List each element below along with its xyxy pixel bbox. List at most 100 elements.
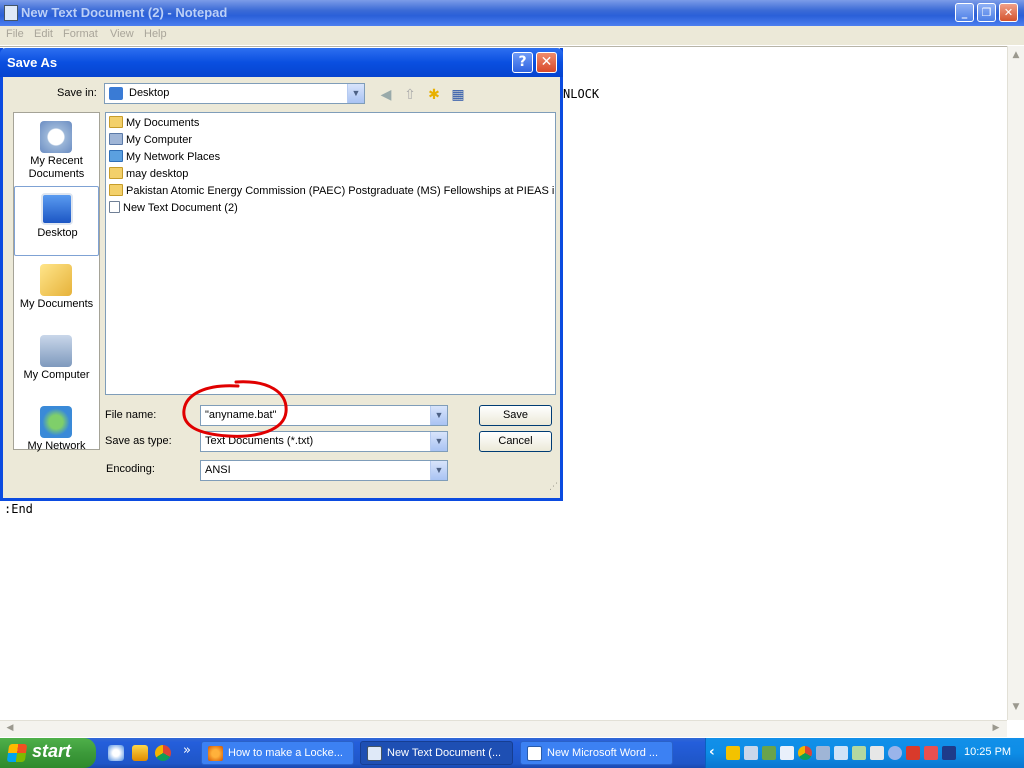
list-item[interactable]: New Text Document (2) (109, 201, 238, 217)
tray-app-icon[interactable] (780, 746, 794, 760)
up-folder-icon[interactable]: ⇧ (401, 86, 419, 104)
place-my-documents[interactable]: My Documents (14, 258, 99, 328)
taskbar-item-word[interactable]: New Microsoft Word ... (520, 741, 673, 765)
back-icon[interactable]: ◀ (377, 86, 395, 104)
menu-edit[interactable]: Edit (34, 28, 53, 40)
chevron-down-icon[interactable]: ▼ (430, 432, 447, 451)
help-button[interactable]: ? (512, 52, 533, 73)
view-menu-icon[interactable]: ▦ (449, 86, 467, 104)
notepad-icon (4, 5, 18, 21)
notepad-title-bar[interactable]: New Text Document (2) - Notepad _ ❐ ✕ (0, 0, 1024, 26)
notepad-icon (367, 746, 382, 761)
tray-expand-icon[interactable]: ‹ (709, 744, 715, 760)
scroll-up-icon[interactable]: ▲ (1010, 50, 1022, 62)
chevron-down-icon[interactable]: ▼ (430, 406, 447, 425)
recent-documents-icon (40, 121, 72, 153)
place-label: My Recent Documents (28, 155, 85, 180)
shield-icon[interactable] (726, 746, 740, 760)
new-folder-icon[interactable]: ✱ (425, 86, 443, 104)
clock[interactable]: 10:25 PM (964, 746, 1011, 758)
folder-icon (109, 116, 123, 128)
desktop-icon (109, 87, 123, 100)
list-item[interactable]: may desktop (109, 167, 188, 183)
start-button[interactable]: start (0, 738, 96, 768)
file-list[interactable]: My Documents My Computer My Network Plac… (105, 112, 556, 395)
quick-launch-icon[interactable] (132, 745, 148, 761)
quick-launch-icon[interactable] (108, 745, 124, 761)
volume-icon[interactable] (834, 746, 848, 760)
save-as-type-label: Save as type: (105, 435, 172, 447)
place-label: My Computer (23, 369, 90, 381)
dialog-title-bar[interactable]: Save As ? ✕ (0, 48, 563, 77)
save-in-dropdown[interactable]: Desktop ▼ (104, 83, 365, 104)
place-label: My Network (27, 440, 86, 452)
my-network-icon (40, 406, 72, 438)
list-item[interactable]: My Documents (109, 116, 199, 132)
encoding-dropdown[interactable]: ANSI ▼ (200, 460, 448, 481)
taskbar-item-firefox[interactable]: How to make a Locke... (201, 741, 354, 765)
list-item[interactable]: My Computer (109, 133, 192, 149)
encoding-value: ANSI (205, 464, 231, 476)
tray-app-icon[interactable] (762, 746, 776, 760)
close-button[interactable]: ✕ (999, 3, 1018, 22)
editor-text-line: :End (4, 502, 33, 516)
taskbar-item-notepad[interactable]: New Text Document (... (360, 741, 513, 765)
annotation-circle (182, 380, 288, 438)
taskbar: start » How to make a Locke... New Text … (0, 738, 1024, 768)
my-documents-icon (40, 264, 72, 296)
tray-app-icon[interactable] (942, 746, 956, 760)
place-recent-documents[interactable]: My Recent Documents (14, 115, 99, 185)
folder-icon (109, 184, 123, 196)
place-my-network[interactable]: My Network (14, 400, 99, 470)
menu-help[interactable]: Help (144, 28, 167, 40)
firefox-icon (208, 746, 223, 761)
chevron-down-icon[interactable]: ▼ (347, 84, 364, 103)
place-desktop[interactable]: Desktop (14, 186, 99, 256)
menu-format[interactable]: Format (63, 28, 98, 40)
system-tray: ‹ 10:25 PM (705, 738, 1024, 768)
vertical-scrollbar[interactable]: ▲ ▼ (1007, 46, 1024, 720)
save-in-value: Desktop (129, 87, 170, 99)
menu-file[interactable]: File (6, 28, 24, 40)
menu-view[interactable]: View (110, 28, 134, 40)
chevron-down-icon[interactable]: ▼ (430, 461, 447, 480)
place-label: Desktop (37, 227, 78, 239)
encoding-label: Encoding: (106, 463, 155, 475)
horizontal-scrollbar[interactable]: ◀ ▶ (0, 720, 1007, 737)
dialog-close-button[interactable]: ✕ (536, 52, 557, 73)
tray-app-icon[interactable] (924, 746, 938, 760)
save-in-label: Save in: (57, 87, 97, 99)
desktop-icon (41, 193, 73, 225)
quick-launch-overflow-icon[interactable]: » (183, 743, 191, 758)
list-item[interactable]: My Network Places (109, 150, 220, 166)
network-icon (109, 150, 123, 162)
cancel-button[interactable]: Cancel (479, 431, 552, 452)
dialog-title: Save As (7, 55, 58, 70)
file-name-label: File name: (105, 409, 157, 421)
list-item[interactable]: Pakistan Atomic Energy Commission (PAEC)… (109, 184, 555, 200)
places-bar: My Recent Documents Desktop My Documents… (13, 112, 100, 452)
restore-button[interactable]: ❐ (977, 3, 996, 22)
scroll-left-icon[interactable]: ◀ (4, 723, 16, 735)
chrome-icon[interactable] (798, 746, 812, 760)
network-icon[interactable] (744, 746, 758, 760)
window-title: New Text Document (2) - Notepad (21, 5, 228, 20)
text-file-icon (109, 201, 120, 213)
minimize-button[interactable]: _ (955, 3, 974, 22)
place-label: My Documents (19, 298, 94, 310)
tray-app-icon[interactable] (888, 746, 902, 760)
chrome-icon[interactable] (155, 745, 171, 761)
place-my-computer[interactable]: My Computer (14, 329, 99, 399)
resize-grip-icon[interactable]: ⋰ (549, 482, 558, 492)
antivirus-icon[interactable] (906, 746, 920, 760)
windows-logo-icon (6, 744, 28, 762)
save-button[interactable]: Save (479, 405, 552, 426)
tray-app-icon[interactable] (870, 746, 884, 760)
word-icon (527, 746, 542, 761)
scroll-right-icon[interactable]: ▶ (990, 723, 1002, 735)
display-icon[interactable] (816, 746, 830, 760)
folder-icon (109, 167, 123, 179)
tray-app-icon[interactable] (852, 746, 866, 760)
my-computer-icon (40, 335, 72, 367)
scroll-down-icon[interactable]: ▼ (1010, 702, 1022, 714)
